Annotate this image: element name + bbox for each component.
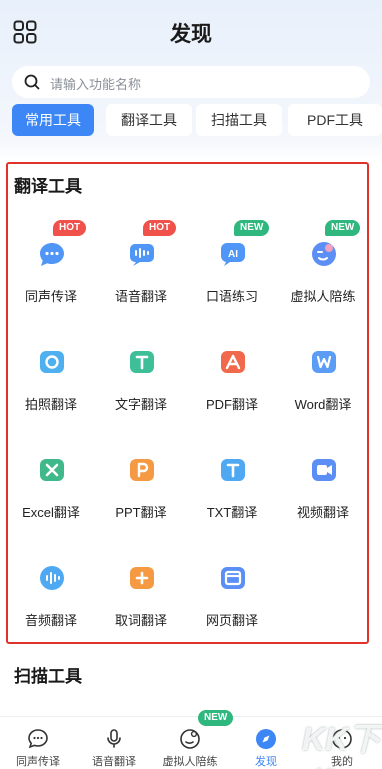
- excel-icon: [40, 459, 64, 481]
- tool-word-pick-translate[interactable]: 取词翻译: [98, 544, 184, 634]
- nav-label: 同声传译: [16, 756, 60, 768]
- word-icon: [312, 351, 336, 373]
- tool-virtual-partner[interactable]: NEW 虚拟人陪练: [280, 220, 366, 310]
- tool-label: TXT翻译: [206, 505, 258, 520]
- tool-label: PDF翻译: [205, 397, 258, 412]
- ppt-icon: [130, 459, 154, 481]
- section-title-scan: 扫描工具: [14, 667, 82, 686]
- webpage-icon: [221, 567, 245, 589]
- tool-label: 口语练习: [205, 289, 258, 304]
- audio-icon: [40, 566, 64, 590]
- txt-icon: [221, 459, 245, 481]
- svg-text:AI: AI: [228, 249, 238, 260]
- tool-txt-translate[interactable]: TXT翻译: [189, 436, 275, 526]
- ai-chat-icon: AI: [221, 243, 245, 266]
- tool-simultaneous-interpretation[interactable]: HOT 同声传译: [8, 220, 94, 310]
- new-badge: NEW: [198, 710, 234, 726]
- page-title: 发现: [170, 23, 212, 46]
- tool-voice-translate[interactable]: HOT 语音翻译: [98, 220, 184, 310]
- tool-label: 虚拟人陪练: [290, 289, 356, 304]
- nav-label: 语音翻译: [92, 756, 136, 768]
- virtual-person-icon: [180, 729, 200, 749]
- tool-text-translate[interactable]: 文字翻译: [98, 328, 184, 418]
- tool-label: 取词翻译: [114, 613, 167, 628]
- tool-oral-practice[interactable]: AI NEW 口语练习: [189, 220, 275, 310]
- tool-label: 同声传译: [24, 289, 77, 304]
- header: 发现: [0, 0, 382, 62]
- tool-pdf-translate[interactable]: PDF翻译: [189, 328, 275, 418]
- microphone-icon: [107, 729, 121, 748]
- tool-excel-translate[interactable]: Excel翻译: [8, 436, 94, 526]
- new-badge: NEW: [234, 220, 270, 236]
- video-icon: [312, 459, 336, 481]
- tool-word-translate[interactable]: Word翻译: [280, 328, 366, 418]
- tool-audio-translate[interactable]: 音频翻译: [8, 544, 94, 634]
- tool-label: 文字翻译: [114, 397, 167, 412]
- nav-label: 发现: [255, 756, 277, 768]
- tool-label: 视频翻译: [296, 505, 349, 520]
- nav-label: 虚拟人陪练: [162, 756, 218, 768]
- tool-video-translate[interactable]: 视频翻译: [280, 436, 366, 526]
- camera-icon: [40, 351, 64, 373]
- nav-item-discover[interactable]: 发现: [228, 723, 304, 769]
- new-badge: NEW: [325, 220, 361, 236]
- chat-bubble-icon: [40, 243, 64, 266]
- nav-item-voice[interactable]: 语音翻译: [76, 723, 152, 769]
- tool-photo-translate[interactable]: 拍照翻译: [8, 328, 94, 418]
- nav-item-simultaneous[interactable]: 同声传译: [0, 723, 76, 769]
- tab-common-tools[interactable]: 常用工具: [12, 104, 94, 136]
- tool-ppt-translate[interactable]: PPT翻译: [98, 436, 184, 526]
- virtual-person-icon: [312, 242, 336, 266]
- tool-label: Word翻译: [294, 397, 352, 412]
- search-icon: [24, 74, 40, 90]
- text-t-icon: [130, 351, 154, 373]
- tool-label: 音频翻译: [24, 613, 77, 628]
- word-pick-icon: [130, 567, 154, 589]
- tab-pdf-tools[interactable]: PDF工具: [288, 104, 382, 136]
- tab-translate-tools[interactable]: 翻译工具: [106, 104, 192, 136]
- tool-label: Excel翻译: [22, 505, 80, 520]
- voice-wave-icon: [130, 244, 154, 266]
- section-title-translate: 翻译工具: [14, 177, 82, 196]
- watermark-logo: KK下载: [302, 721, 381, 769]
- pdf-icon: [221, 351, 245, 373]
- tool-webpage-translate[interactable]: 网页翻译: [189, 544, 275, 634]
- tool-label: 拍照翻译: [24, 397, 77, 412]
- tool-label: PPT翻译: [115, 505, 167, 520]
- search-input[interactable]: 请输入功能名称: [12, 66, 370, 98]
- hot-badge: HOT: [53, 220, 87, 236]
- chat-bubble-icon: [28, 729, 48, 749]
- tool-label: 语音翻译: [114, 289, 167, 304]
- nav-item-virtual-partner[interactable]: 虚拟人陪练: [152, 723, 228, 769]
- discover-icon: [256, 729, 276, 749]
- category-tabs: 常用工具 翻译工具 扫描工具 PDF工具: [12, 104, 382, 136]
- hot-badge: HOT: [143, 220, 177, 236]
- search-placeholder: 请输入功能名称: [50, 77, 142, 92]
- tool-label: 网页翻译: [205, 613, 258, 628]
- tab-scan-tools[interactable]: 扫描工具: [196, 104, 282, 136]
